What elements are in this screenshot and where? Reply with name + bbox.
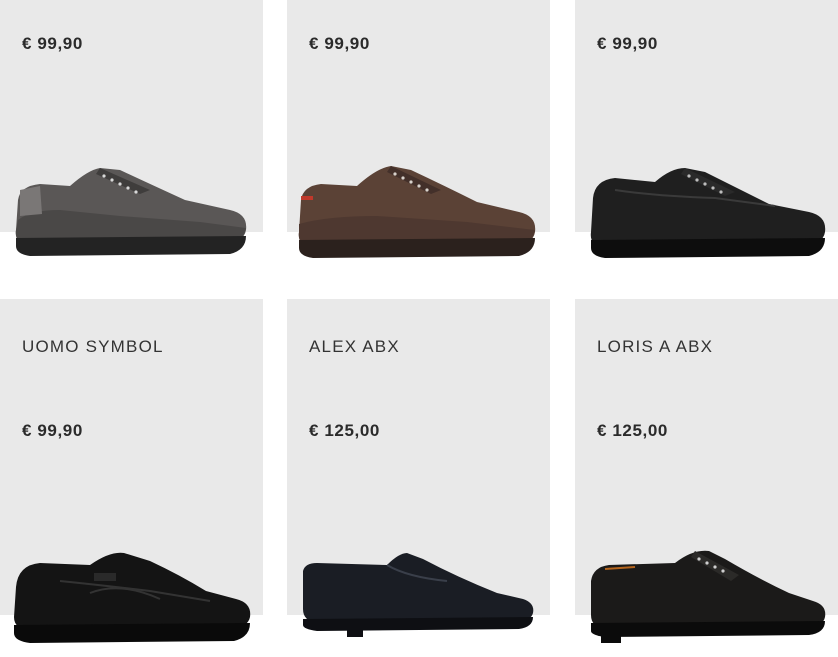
shoe-image[interactable] <box>287 541 550 657</box>
product-card[interactable]: LORIS A ABX € 125,00 <box>575 299 838 643</box>
product-price: € 99,90 <box>22 34 83 53</box>
shoe-image[interactable] <box>287 150 550 275</box>
product-name[interactable]: UOMO SYMBOL <box>22 337 164 357</box>
shoe-image[interactable] <box>575 541 838 657</box>
product-card[interactable]: ALEX ABX € 125,00 <box>287 299 550 637</box>
product-card[interactable]: € 99,90 <box>575 0 838 258</box>
product-card[interactable]: € 99,90 <box>287 0 550 258</box>
product-name[interactable]: LORIS A ABX <box>597 337 713 357</box>
product-price: € 125,00 <box>597 421 668 440</box>
product-price: € 99,90 <box>22 421 83 440</box>
shoe-image[interactable] <box>0 541 263 657</box>
product-card[interactable]: € 99,90 <box>0 0 263 256</box>
product-grid: € 99,90 € 99,90 € 99,90 UOMO SYMBOL € 99… <box>0 0 838 657</box>
product-card[interactable]: UOMO SYMBOL € 99,90 <box>0 299 263 643</box>
product-name[interactable]: ALEX ABX <box>309 337 400 357</box>
product-price: € 99,90 <box>309 34 370 53</box>
product-price: € 99,90 <box>597 34 658 53</box>
shoe-image[interactable] <box>575 150 838 275</box>
product-price: € 125,00 <box>309 421 380 440</box>
shoe-image[interactable] <box>0 150 263 275</box>
